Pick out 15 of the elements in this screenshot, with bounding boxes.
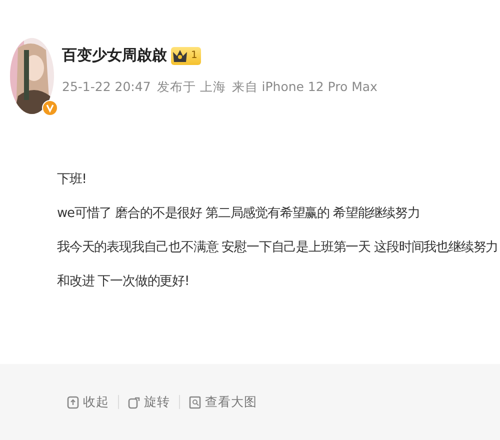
- post-text-line: 下班!: [57, 171, 88, 188]
- image-icon: [189, 396, 201, 408]
- image-action-button[interactable]: 收起: [58, 394, 118, 410]
- post-text-line: we可惜了 磨合的不是很好 第二局感觉有希望赢的 希望能继续努力: [57, 205, 421, 222]
- user-name[interactable]: 百变少女周啟啟: [62, 46, 167, 65]
- post-source: 来自 iPhone 12 Pro Max: [232, 79, 378, 96]
- post-text-line: 和改进 下一次做的更好!: [57, 273, 190, 290]
- collapse-icon: [67, 396, 79, 408]
- vip-badge: 1: [171, 46, 202, 64]
- image-action-button[interactable]: 查看大图: [180, 394, 266, 410]
- image-action-button[interactable]: 旋转: [119, 394, 179, 410]
- rotate-icon: [128, 396, 140, 408]
- post-location: 发布于 上海: [156, 79, 226, 96]
- post-time[interactable]: 25-1-22 20:47: [62, 79, 151, 96]
- post-text-line: 我今天的表现我自己也不满意 安慰一下自己是上班第一天 这段时间我也继续努力: [57, 239, 500, 256]
